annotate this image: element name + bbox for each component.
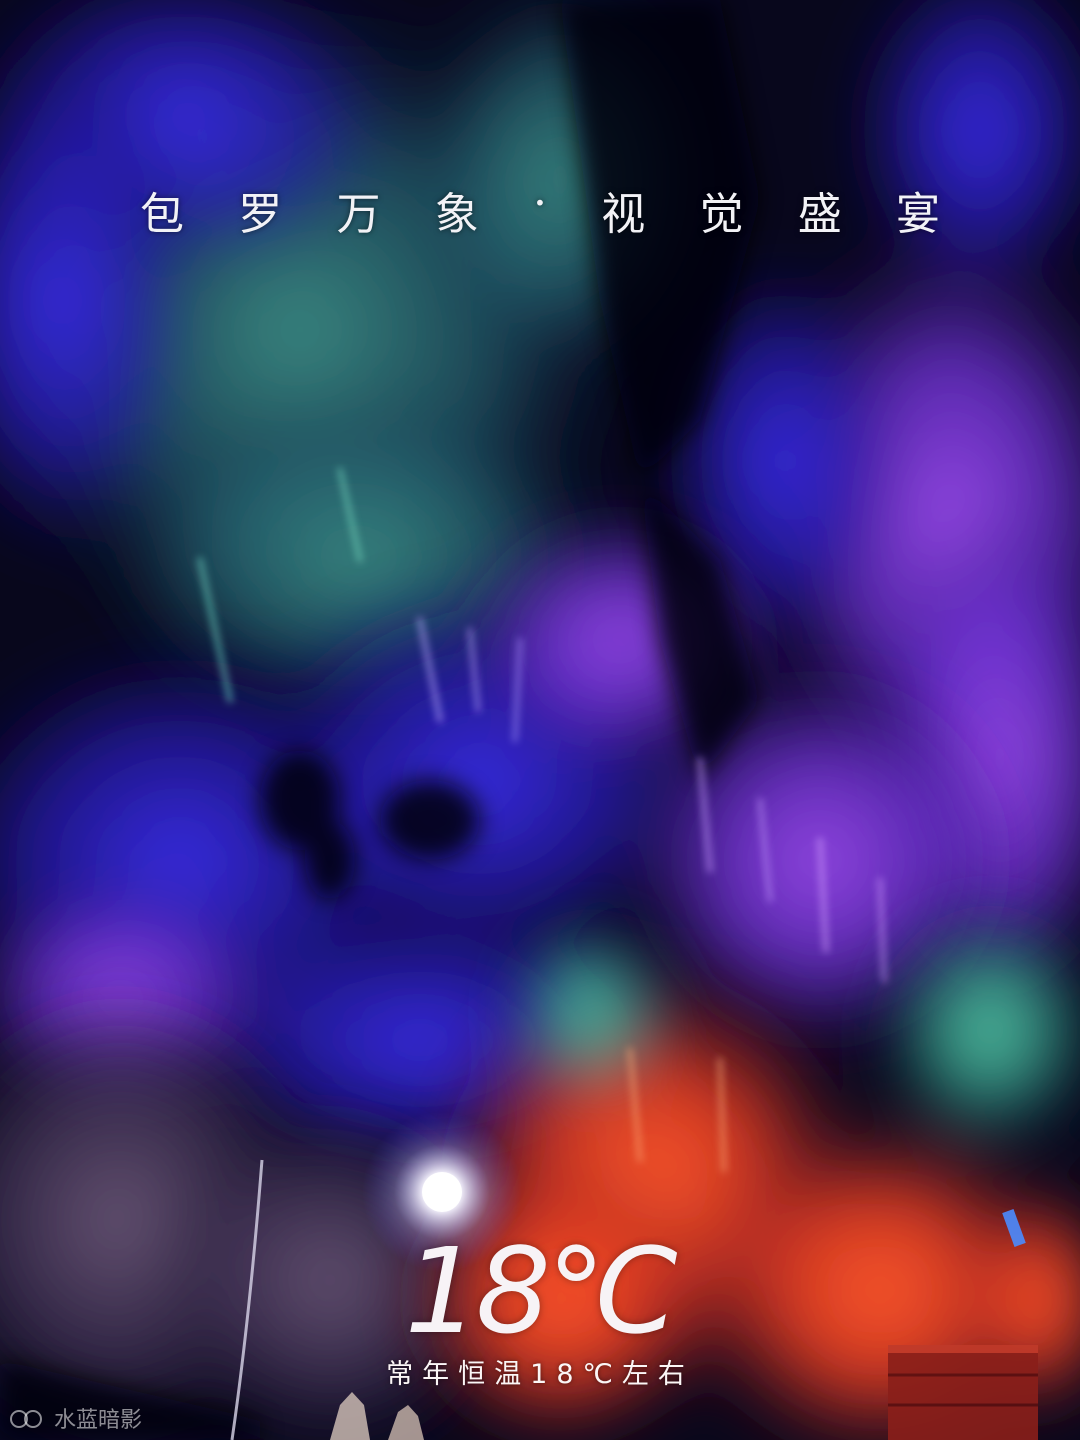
link-rings-icon [8, 1407, 46, 1429]
temperature-caption: 常年恒温18℃左右 [386, 1359, 694, 1390]
headline-char: 宴 [896, 189, 940, 240]
watermark-text: 水蓝暗影 [54, 1408, 143, 1433]
headline-char: 包 [140, 189, 184, 240]
headline-char: 视 [601, 189, 646, 240]
headline-char: 盛 [797, 189, 842, 240]
watermark: 水蓝暗影 [8, 1402, 142, 1434]
headline-char: 万 [336, 189, 381, 240]
headline-char: 罗 [238, 189, 283, 240]
headline: 包 罗 万 象 · 视 觉 盛 宴 [140, 178, 940, 242]
temperature-value: 18℃ [404, 1222, 680, 1360]
cave-photo: 包 罗 万 象 · 视 觉 盛 宴 18℃ 常年恒温18℃左右 水蓝暗影 [0, 0, 1080, 1440]
headline-char: 象 [434, 189, 479, 240]
headline-separator: · [533, 178, 547, 229]
headline-char: 觉 [699, 189, 744, 240]
